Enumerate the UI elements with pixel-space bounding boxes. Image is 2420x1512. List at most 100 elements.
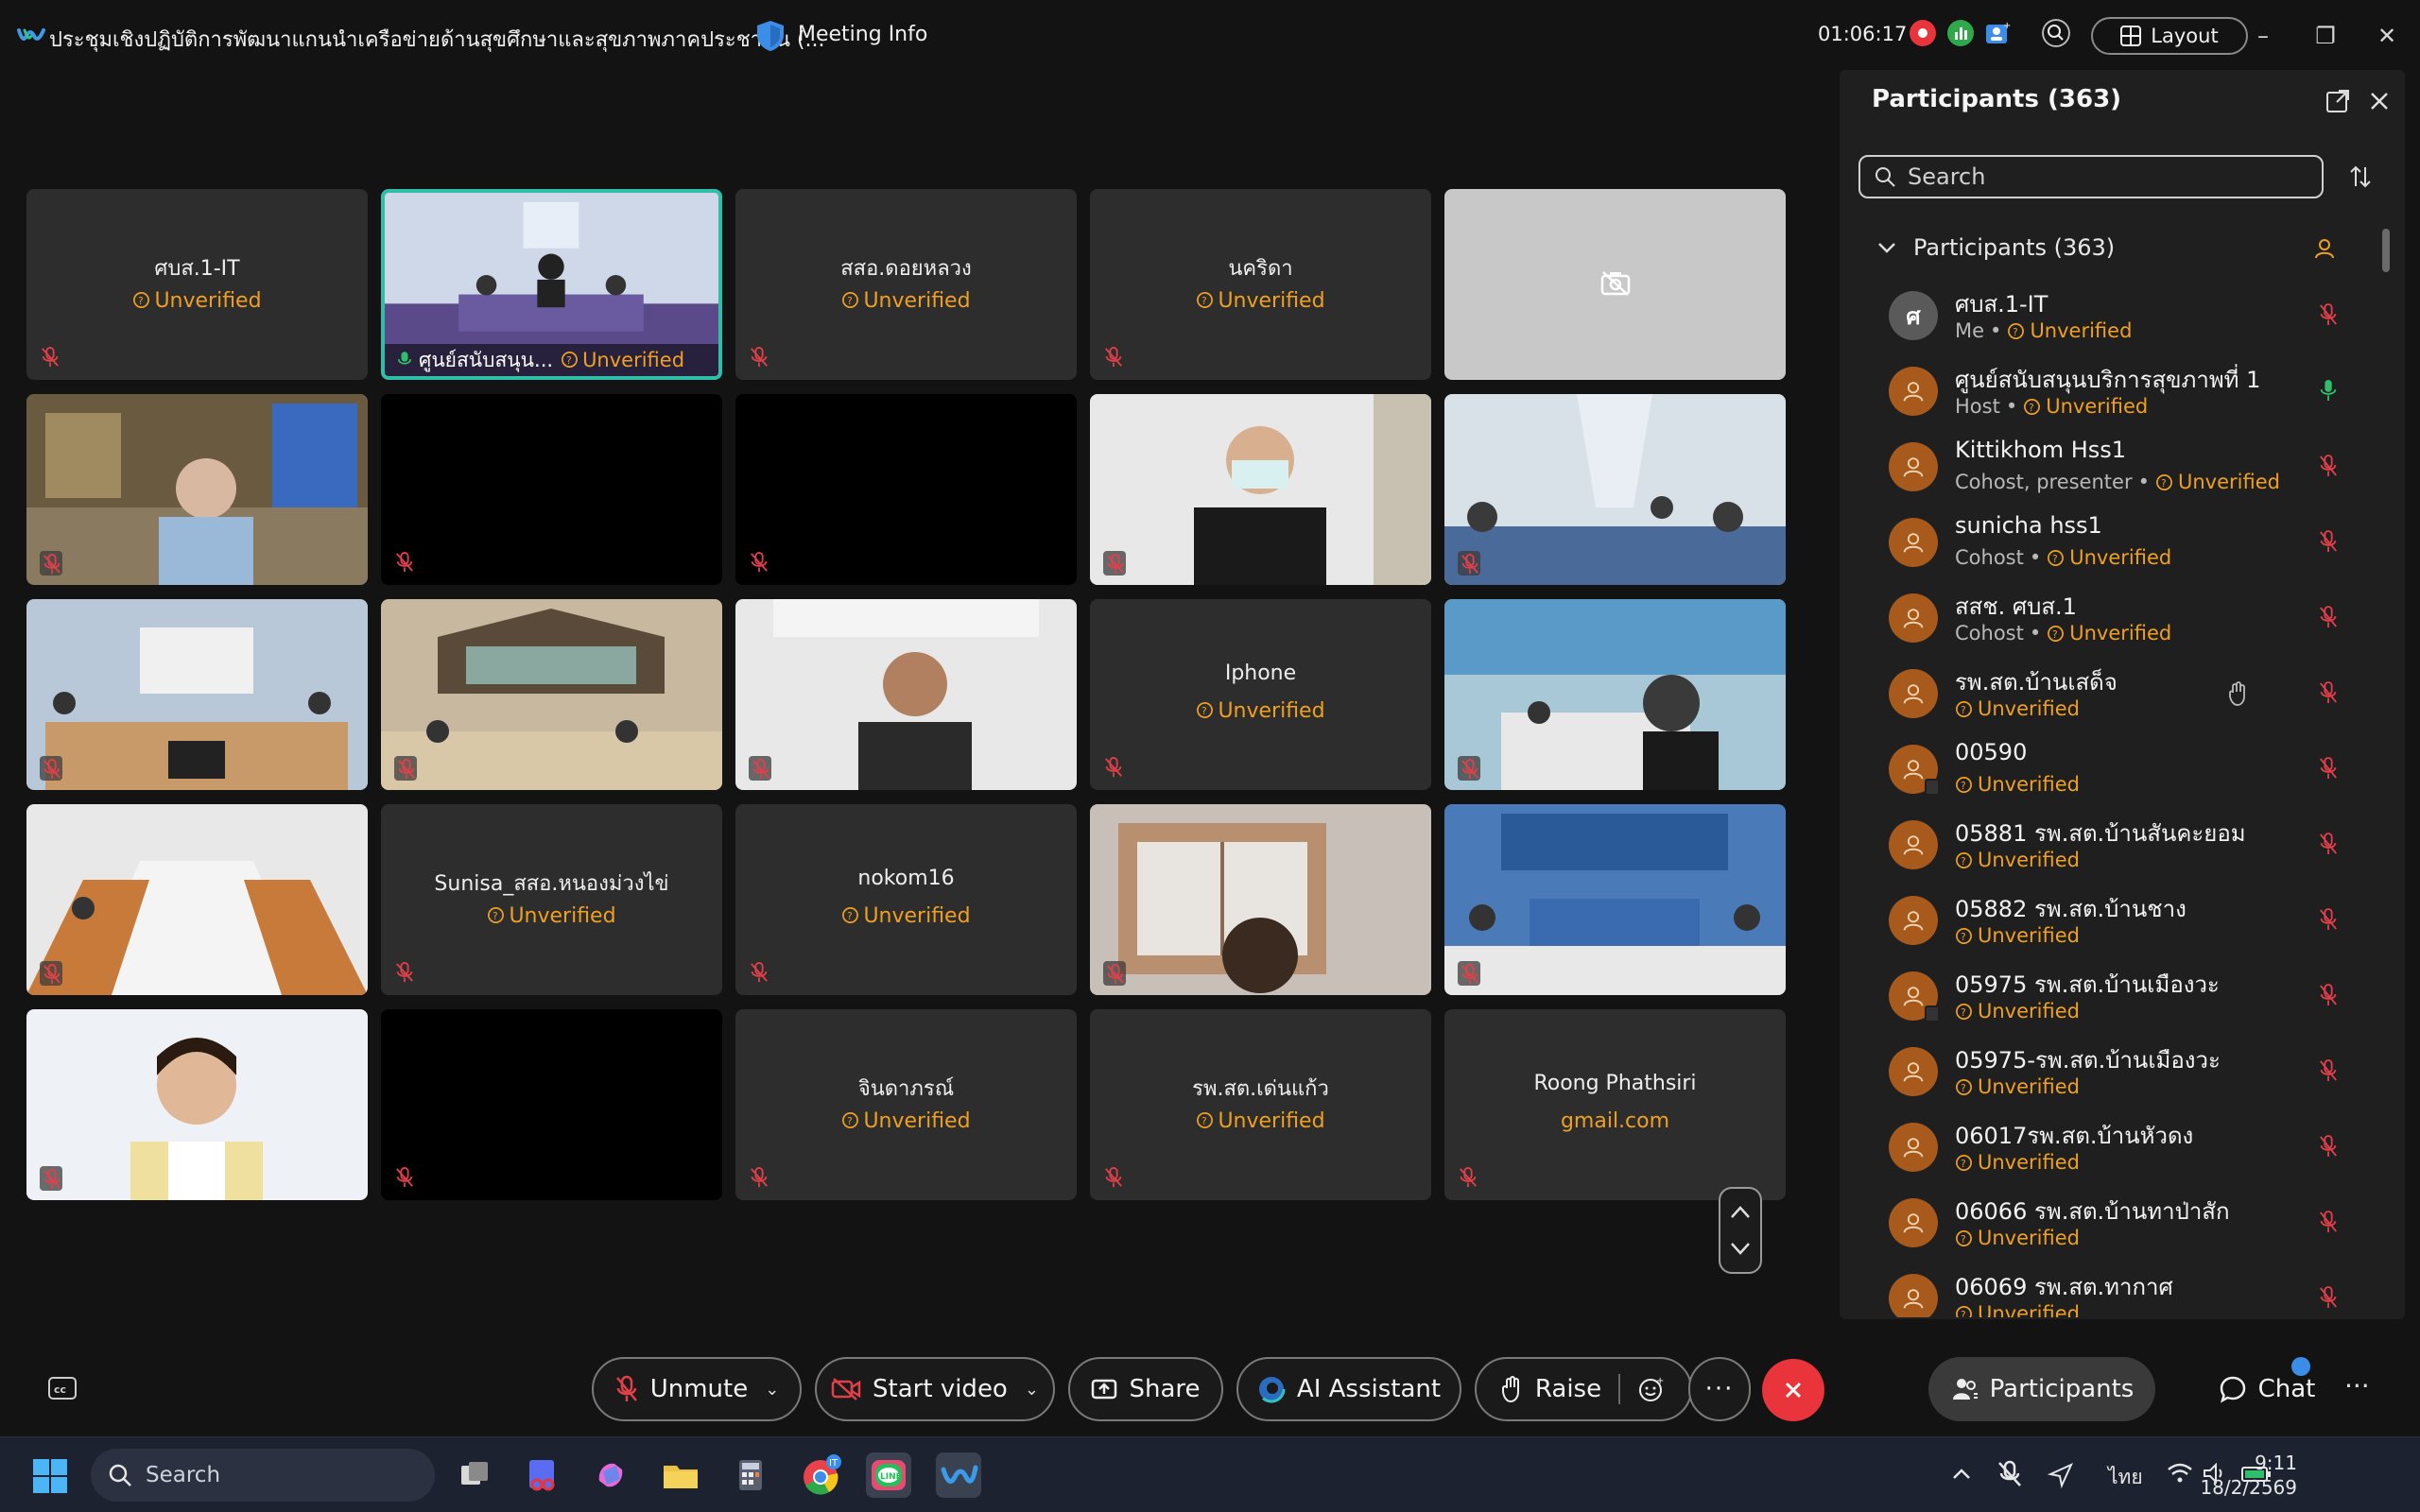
taskbar-clock[interactable]: 9:11 18/2/2569	[2174, 1451, 2297, 1500]
participant-row[interactable]: 00590? Unverified	[1840, 731, 2397, 807]
meeting-info-button[interactable]: Meeting Info	[798, 23, 927, 46]
video-tile[interactable]: สสอ.ดอยหลวง? Unverified	[735, 189, 1077, 380]
video-tile[interactable]	[381, 599, 722, 790]
video-tile[interactable]: ศบส.1-IT? Unverified	[26, 189, 368, 380]
video-tile[interactable]: ศูนย์สนับสนุน...? Unverified	[381, 189, 722, 380]
windows-start-icon[interactable]	[32, 1458, 68, 1494]
video-tile[interactable]: Sunisa_สสอ.หนองม่วงไข่? Unverified	[381, 804, 722, 995]
minimize-button[interactable]: –	[2248, 21, 2278, 51]
ai-assistant-button[interactable]: AI Assistant	[1236, 1357, 1461, 1421]
pop-out-icon[interactable]	[2324, 87, 2352, 115]
participants-tab-button[interactable]: Participants	[1928, 1357, 2155, 1421]
line-app-icon[interactable]: LINE	[866, 1452, 911, 1498]
search-input[interactable]	[1908, 163, 2305, 190]
video-tile[interactable]	[26, 1009, 368, 1200]
video-tile[interactable]	[1444, 599, 1786, 790]
mic-muted-icon[interactable]	[2318, 1285, 2341, 1312]
mic-muted-icon[interactable]	[2318, 983, 2341, 1009]
participant-row[interactable]: 05882 รพ.สต.บ้านชาง? Unverified	[1840, 883, 2397, 958]
video-tile[interactable]	[735, 394, 1077, 585]
video-tile[interactable]: nokom16? Unverified	[735, 804, 1077, 995]
video-tile[interactable]	[1444, 394, 1786, 585]
end-call-button[interactable]	[1762, 1359, 1824, 1421]
sort-icon[interactable]	[2346, 163, 2375, 191]
reaction-icon[interactable]: +	[1637, 1375, 1666, 1403]
chevron-down-icon[interactable]: ⌄	[1025, 1380, 1039, 1400]
copilot-icon[interactable]	[588, 1452, 633, 1498]
panel-scrollbar[interactable]	[2382, 229, 2390, 272]
participant-row[interactable]: 05881 รพ.สต.บ้านสันคะยอม? Unverified	[1840, 807, 2397, 883]
mic-muted-icon[interactable]	[2318, 454, 2341, 480]
restore-button[interactable]: ❐	[2310, 21, 2341, 51]
video-tile[interactable]: Roong Phathsiri gmail.com	[1444, 1009, 1786, 1200]
audio-level-icon[interactable]	[1946, 19, 1975, 47]
mic-muted-icon[interactable]	[2318, 680, 2341, 707]
unmute-button[interactable]: Unmute ⌄	[592, 1357, 802, 1421]
more-options-button[interactable]: ···	[1688, 1357, 1751, 1421]
mic-muted-icon[interactable]	[1996, 1460, 2023, 1488]
snipping-tool-icon[interactable]	[520, 1452, 565, 1498]
task-view-icon[interactable]	[452, 1452, 497, 1498]
file-explorer-icon[interactable]	[658, 1452, 703, 1498]
start-video-button[interactable]: Start video ⌄	[815, 1357, 1055, 1421]
chat-tab-button[interactable]: Chat	[2191, 1357, 2342, 1421]
raise-hand-button[interactable]: Raise +	[1475, 1357, 1692, 1421]
input-language[interactable]: ไทย	[2108, 1462, 2143, 1493]
waiting-user-icon[interactable]	[2312, 236, 2337, 261]
location-icon[interactable]	[2048, 1462, 2074, 1488]
participant-row[interactable]: 06017รพ.สต.บ้านหัวดง? Unverified	[1840, 1109, 2397, 1185]
participant-search[interactable]	[1858, 155, 2324, 198]
mic-muted-icon[interactable]	[2318, 832, 2341, 858]
participant-row[interactable]: 06066 รพ.สต.บ้านทาป่าสัก? Unverified	[1840, 1185, 2397, 1261]
video-tile[interactable]	[735, 599, 1077, 790]
video-tile[interactable]	[1444, 804, 1786, 995]
share-button[interactable]: Share	[1068, 1357, 1223, 1421]
mic-active-icon[interactable]	[2318, 378, 2341, 404]
video-tile[interactable]	[381, 394, 722, 585]
video-tile[interactable]	[1090, 804, 1431, 995]
close-window-button[interactable]: ✕	[2372, 21, 2402, 51]
video-tile[interactable]	[1090, 394, 1431, 585]
participant-row[interactable]: ศ ศบส.1-IT Me •? Unverified	[1840, 278, 2397, 353]
video-tile[interactable]	[381, 1009, 722, 1200]
video-tile[interactable]: จินดาภรณ์? Unverified	[735, 1009, 1077, 1200]
mic-muted-icon[interactable]	[2318, 529, 2341, 556]
closed-captions-icon[interactable]: cc	[47, 1376, 78, 1400]
participant-row[interactable]: รพ.สต.บ้านเสด็จ? Unverified	[1840, 656, 2397, 731]
webex-taskbar-icon[interactable]	[936, 1452, 981, 1498]
mic-muted-icon[interactable]	[2318, 605, 2341, 631]
zoom-icon[interactable]	[2042, 19, 2070, 47]
mic-muted-icon[interactable]	[2318, 1058, 2341, 1085]
participants-panel-icon[interactable]: +	[1984, 19, 2013, 47]
chevron-down-icon[interactable]: ⌄	[765, 1380, 779, 1400]
video-tile[interactable]	[1444, 189, 1786, 380]
participant-group-header[interactable]: Participants (363)	[1877, 234, 2115, 261]
mic-muted-icon[interactable]	[2318, 907, 2341, 934]
mic-muted-icon[interactable]	[2318, 302, 2341, 329]
shield-icon[interactable]	[754, 19, 786, 53]
video-tile[interactable]	[26, 394, 368, 585]
more-panels-button[interactable]: ···	[2344, 1370, 2370, 1401]
participant-row[interactable]: 05975-รพ.สต.บ้านเมืองวะ? Unverified	[1840, 1034, 2397, 1109]
participant-row[interactable]: 06069 รพ.สต.ทากาศ? Unverified	[1840, 1261, 2397, 1317]
recording-icon[interactable]	[1909, 19, 1937, 47]
video-tile[interactable]	[26, 599, 368, 790]
video-tile[interactable]: Iphone? Unverified	[1090, 599, 1431, 790]
mic-muted-icon[interactable]	[2318, 756, 2341, 782]
calculator-icon[interactable]	[728, 1452, 773, 1498]
participant-row[interactable]: sunicha hss1 Cohost •? Unverified	[1840, 505, 2397, 580]
video-tile[interactable]: รพ.สต.เด่นแก้ว? Unverified	[1090, 1009, 1431, 1200]
close-icon[interactable]	[2365, 87, 2394, 115]
chrome-icon[interactable]: IT	[798, 1452, 843, 1498]
participant-row[interactable]: ศูนย์สนับสนุนบริการสุขภาพที่ 1 Host •? Unve…	[1840, 353, 2397, 429]
video-tile[interactable]: นคริดา? Unverified	[1090, 189, 1431, 380]
participant-row[interactable]: 05975 รพ.สต.บ้านเมืองวะ? Unverified	[1840, 958, 2397, 1034]
participant-row[interactable]: Kittikhom Hss1 Cohost, presenter •? Unverif…	[1840, 429, 2397, 505]
participant-row[interactable]: สสช. ศบส.1 Cohost •? Unverified	[1840, 580, 2397, 656]
grid-page-scroller[interactable]	[1719, 1187, 1762, 1274]
chevron-up-icon[interactable]	[1949, 1462, 1974, 1486]
mic-muted-icon[interactable]	[2318, 1210, 2341, 1236]
layout-button[interactable]: Layout	[2091, 17, 2248, 55]
video-tile[interactable]	[26, 804, 368, 995]
taskbar-search[interactable]: Search	[91, 1449, 435, 1502]
